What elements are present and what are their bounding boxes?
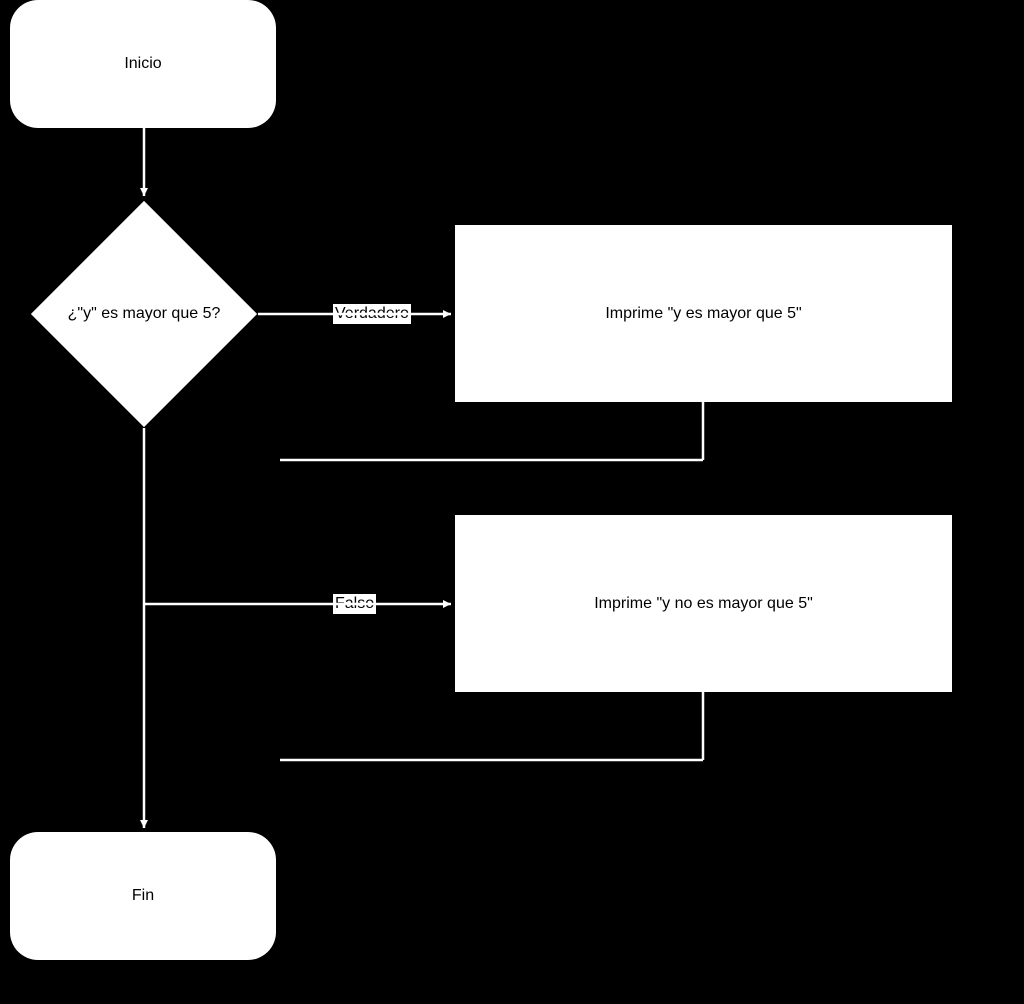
print-false-label: Imprime "y no es mayor que 5"	[594, 595, 813, 613]
start-node: Inicio	[10, 0, 276, 128]
print-true-node: Imprime "y es mayor que 5"	[455, 225, 952, 402]
print-true-label: Imprime "y es mayor que 5"	[605, 305, 801, 323]
edge-false-label: Falso	[333, 594, 376, 614]
print-false-node: Imprime "y no es mayor que 5"	[455, 515, 952, 692]
edge-true-label: Verdadero	[333, 304, 411, 324]
decision-node: ¿"y" es mayor que 5?	[30, 200, 258, 428]
end-node: Fin	[10, 832, 276, 960]
start-label: Inicio	[124, 55, 161, 73]
end-label: Fin	[132, 887, 154, 905]
decision-label: ¿"y" es mayor que 5?	[68, 305, 221, 323]
